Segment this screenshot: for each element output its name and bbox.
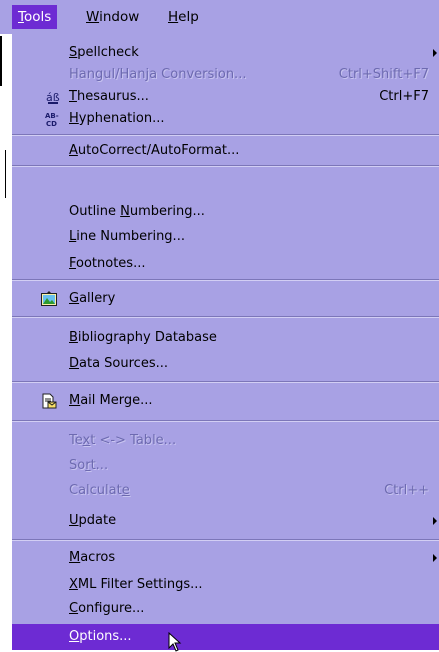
menu-item-label: Sort...	[69, 458, 109, 473]
menu-item-label: Text <-> Table...	[69, 433, 177, 448]
menu-item-mail-merge[interactable]: Mail Merge...	[12, 390, 439, 412]
menu-item-calculate: Calculate Ctrl++	[12, 480, 439, 502]
menu-item-label: Gallery	[69, 291, 116, 306]
menu-item-options[interactable]: Options...	[12, 624, 439, 652]
menu-item-label: Footnotes...	[69, 256, 146, 271]
svg-text:CD: CD	[46, 120, 57, 127]
menu-item-hyphenation[interactable]: AB- CD Hyphenation...	[12, 108, 439, 130]
menu-item-update[interactable]: Update	[12, 510, 439, 532]
menu-item-label: Options...	[69, 629, 132, 644]
menu-separator	[12, 134, 439, 136]
menu-separator	[12, 279, 439, 281]
menu-item-label: Hyphenation...	[69, 111, 165, 126]
menu-item-label: Bibliography Database	[69, 330, 217, 345]
menu-item-line-numbering[interactable]: Line Numbering...	[12, 226, 439, 248]
menu-item-label: Configure...	[69, 601, 145, 616]
background-window-strip	[0, 0, 12, 650]
hyphenation-icon: AB- CD	[45, 112, 59, 127]
menu-separator	[12, 420, 439, 422]
menu-window[interactable]: Window	[80, 5, 145, 29]
menu-bar: Tools Window Help	[0, 0, 439, 34]
menu-item-gallery[interactable]: Gallery	[12, 288, 439, 310]
menu-item-thesaurus[interactable]: áß Thesaurus... Ctrl+F7	[12, 86, 439, 108]
background-window-edge	[5, 150, 6, 198]
menu-item-spellcheck[interactable]: Spellcheck	[12, 42, 439, 64]
svg-text:AB-: AB-	[45, 112, 59, 120]
menu-separator	[12, 381, 439, 383]
menu-item-label: Calculate	[69, 483, 130, 498]
menu-separator	[12, 165, 439, 167]
submenu-arrow-icon	[433, 49, 437, 57]
mouse-pointer-icon	[168, 632, 182, 652]
menu-item-label: Update	[69, 513, 117, 528]
menu-item-xml-filter-settings[interactable]: XML Filter Settings...	[12, 574, 439, 596]
menu-item-text-table: Text <-> Table...	[12, 430, 439, 452]
menu-item-label: Thesaurus...	[69, 89, 149, 104]
tools-dropdown-menu: Spellcheck Hangul/Hanja Conversion... Ct…	[12, 34, 439, 652]
gallery-icon	[41, 291, 57, 306]
menu-item-configure[interactable]: Configure...	[12, 598, 439, 620]
menu-separator	[12, 539, 439, 541]
menu-item-label: Hangul/Hanja Conversion...	[69, 67, 247, 82]
menu-tools[interactable]: Tools	[12, 5, 58, 29]
menu-item-sort: Sort...	[12, 455, 439, 477]
background-window-edge	[0, 36, 2, 86]
menu-help-mnemonic: H	[168, 9, 179, 25]
menu-help[interactable]: Help	[162, 5, 205, 29]
menu-item-bibliography-database[interactable]: Bibliography Database	[12, 327, 439, 349]
menu-item-label: Outline Numbering...	[69, 204, 205, 219]
menu-item-label: AutoCorrect/AutoFormat...	[69, 143, 240, 158]
menu-item-hangul-hanja-conversion: Hangul/Hanja Conversion... Ctrl+Shift+F7	[12, 64, 439, 86]
menu-item-footnotes[interactable]: Footnotes...	[12, 253, 439, 275]
menu-item-label: Macros	[69, 550, 116, 565]
menu-item-label: XML Filter Settings...	[69, 577, 203, 592]
menu-item-shortcut: Ctrl+F7	[379, 89, 429, 104]
menu-item-data-sources[interactable]: Data Sources...	[12, 353, 439, 375]
menu-window-mnemonic: W	[86, 9, 100, 25]
menu-separator	[12, 316, 439, 318]
menu-item-shortcut: Ctrl+Shift+F7	[338, 67, 429, 82]
submenu-arrow-icon	[433, 554, 437, 562]
menu-item-label: Data Sources...	[69, 356, 168, 371]
menu-window-label-rest: indow	[99, 9, 140, 25]
menu-help-label-rest: elp	[178, 9, 199, 25]
submenu-arrow-icon	[433, 517, 437, 525]
menu-item-label: Mail Merge...	[69, 393, 153, 408]
menu-item-label: Spellcheck	[69, 45, 139, 60]
menu-tools-label-rest: ools	[23, 9, 52, 25]
thesaurus-icon: áß	[46, 91, 60, 104]
menu-item-outline-numbering[interactable]: Outline Numbering...	[12, 201, 439, 223]
menu-item-macros[interactable]: Macros	[12, 547, 439, 569]
menu-item-shortcut: Ctrl++	[384, 483, 429, 498]
menu-item-label: Line Numbering...	[69, 229, 185, 244]
menu-item-autocorrect[interactable]: AutoCorrect/AutoFormat...	[12, 140, 439, 162]
mail-merge-icon	[42, 393, 57, 409]
